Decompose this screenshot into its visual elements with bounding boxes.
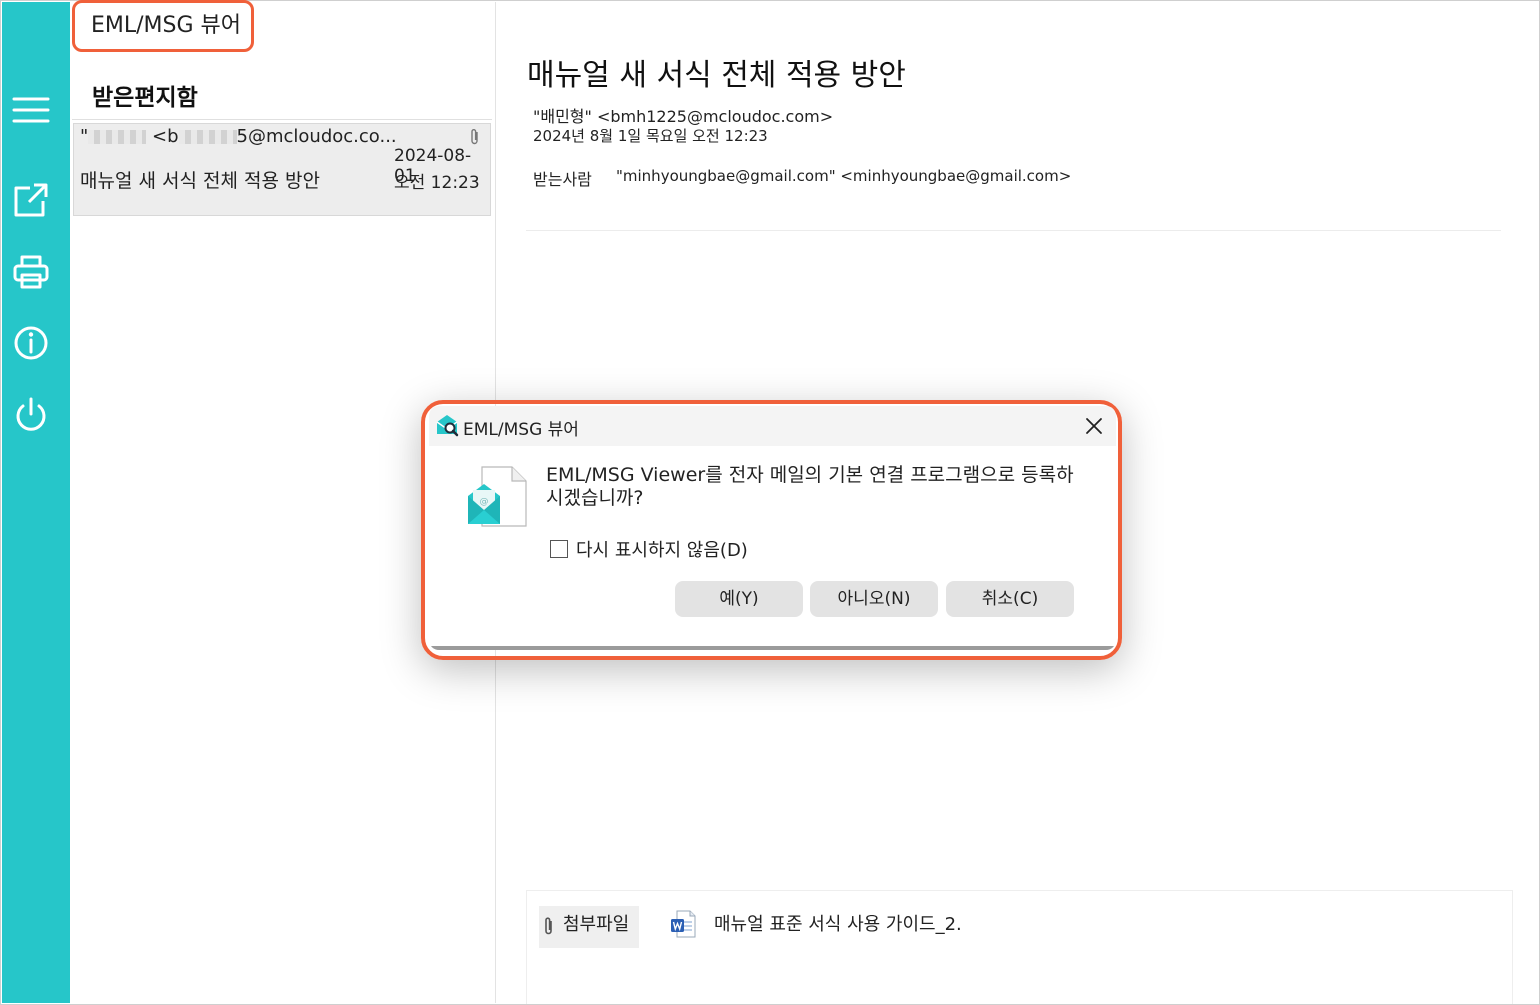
- recipient-label: 받는사람: [533, 170, 592, 189]
- no-button[interactable]: 아니오(N): [810, 581, 938, 617]
- dont-show-again-checkbox[interactable]: [550, 540, 568, 558]
- message-date: 2024년 8월 1일 목요일 오전 12:23: [533, 127, 768, 145]
- paperclip-icon: [545, 917, 552, 935]
- menu-icon[interactable]: [12, 91, 50, 129]
- paperclip-icon: [471, 129, 478, 145]
- word-document-icon[interactable]: [670, 910, 696, 938]
- redacted-block: [178, 130, 237, 144]
- list-item-sender: " <b 5@mcloudoc.co...: [80, 126, 397, 147]
- dialog-title: EML/MSG 뷰어: [463, 420, 579, 440]
- folder-title: 받은편지함: [92, 85, 198, 111]
- cancel-button[interactable]: 취소(C): [946, 581, 1074, 617]
- list-item-time: 오전 12:23: [394, 173, 480, 193]
- yes-button[interactable]: 예(Y): [675, 581, 803, 617]
- default-app-dialog: EML/MSG 뷰어 @ EML/MSG Viewer를 전자 메일의 기본 연…: [429, 406, 1116, 650]
- attachments-label: 첨부파일: [539, 906, 639, 948]
- app-title: EML/MSG 뷰어: [72, 0, 254, 52]
- dialog-bottom-edge: [429, 646, 1116, 650]
- close-icon[interactable]: [1079, 411, 1109, 441]
- mail-document-icon: @: [468, 466, 527, 527]
- list-divider: [72, 119, 492, 120]
- redacted-block: [88, 130, 147, 144]
- power-icon[interactable]: [12, 396, 50, 434]
- attachments-panel: [526, 890, 1513, 1004]
- app-logo-icon: [436, 415, 459, 437]
- open-external-icon[interactable]: [12, 181, 50, 219]
- list-item[interactable]: " <b 5@mcloudoc.co... 2024-08-01 오전 12:23…: [73, 123, 491, 216]
- dialog-message: EML/MSG Viewer를 전자 메일의 기본 연결 프로그램으로 등록하시…: [546, 464, 1074, 509]
- print-icon[interactable]: [12, 253, 50, 291]
- info-icon[interactable]: [12, 324, 50, 362]
- list-item-subject: 매뉴얼 새 서식 전체 적용 방안: [80, 170, 320, 192]
- dont-show-again-label[interactable]: 다시 표시하지 않음(D): [576, 536, 748, 562]
- message-from: "배민형" <bmh1225@mcloudoc.com>: [533, 107, 834, 126]
- svg-text:@: @: [480, 497, 489, 507]
- message-subject: 매뉴얼 새 서식 전체 적용 방안: [527, 58, 906, 93]
- header-divider: [526, 230, 1501, 231]
- attachment-file-name[interactable]: 매뉴얼 표준 서식 사용 가이드_2.: [714, 910, 962, 936]
- recipient-value: "minhyoungbae@gmail.com" <minhyoungbae@g…: [616, 167, 1072, 185]
- dialog-titlebar: EML/MSG 뷰어: [429, 406, 1116, 446]
- sidebar: [2, 2, 70, 1003]
